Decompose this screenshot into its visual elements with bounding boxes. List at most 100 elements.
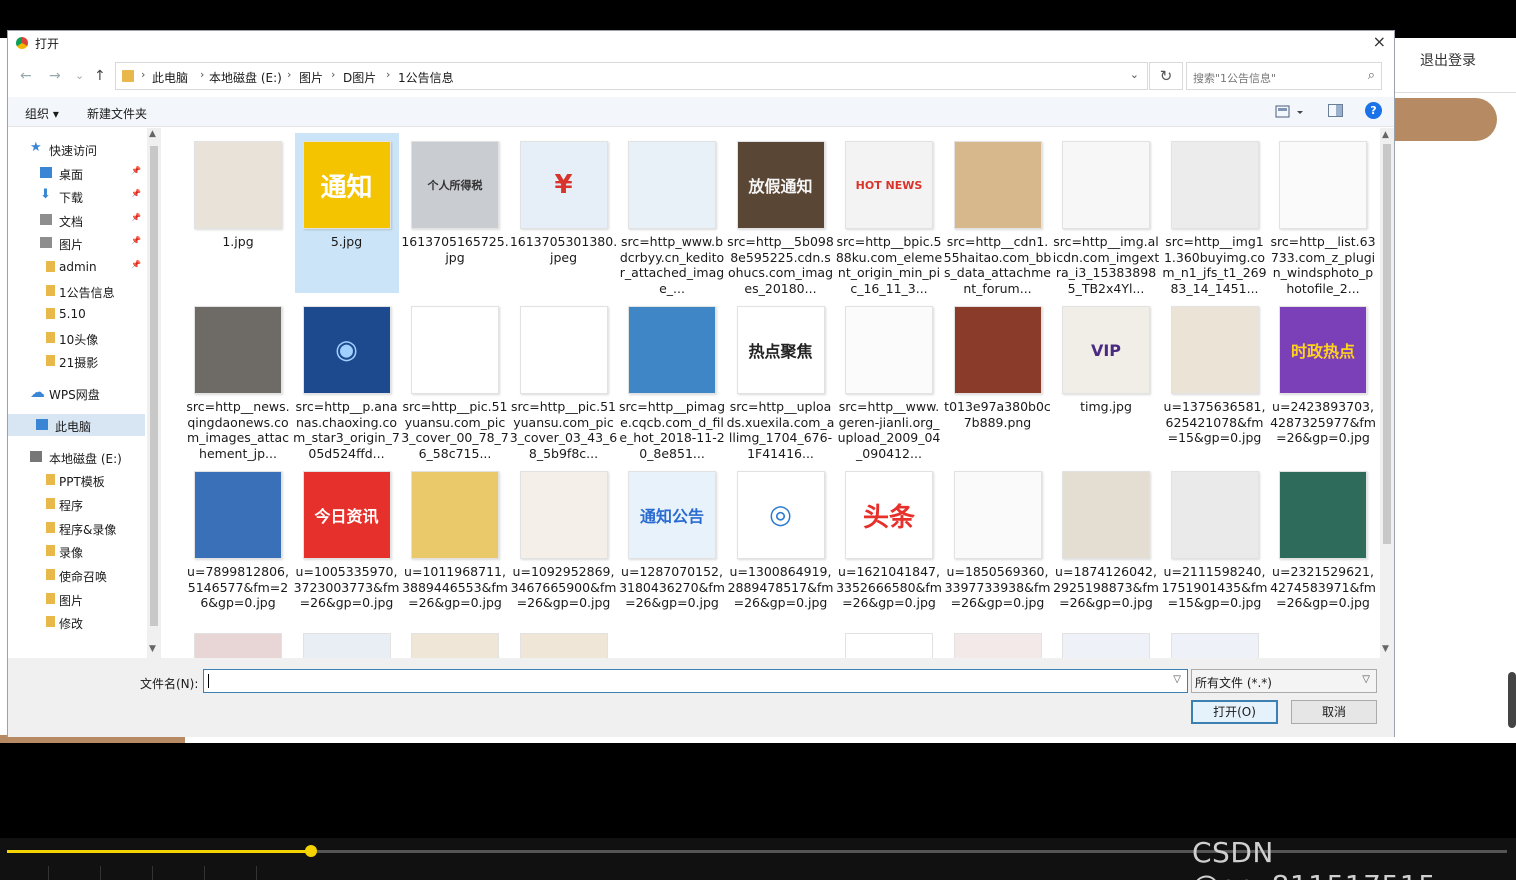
file-item[interactable]: ◉ src=http__p.ananas.chaoxing.com_star3_o… xyxy=(293,298,400,461)
filename-input[interactable]: ▽ xyxy=(203,669,1188,693)
forward-button[interactable]: → xyxy=(49,66,61,86)
file-item[interactable]: u=1850569360,3397733938&fm=26&gp=0.jpg xyxy=(945,463,1050,623)
file-item[interactable]: src=http__cdn1.55haitao.com_bbs_data_att… xyxy=(944,133,1051,296)
side-handle[interactable] xyxy=(1508,672,1516,728)
up-button[interactable]: ↑ xyxy=(94,66,106,86)
scroll-down-icon[interactable]: ▼ xyxy=(1382,644,1389,654)
view-options-button[interactable] xyxy=(1275,103,1305,121)
file-item[interactable]: 个人所得税 1613705165725.jpg xyxy=(401,133,509,293)
file-item[interactable]: VIP timg.jpg xyxy=(1054,298,1158,458)
file-item[interactable]: u=1874126042,2925198873&fm=26&gp=0.jpg xyxy=(1053,463,1159,623)
file-thumbnail-partial[interactable] xyxy=(411,633,499,658)
sidebar-item[interactable]: 文档 📌 xyxy=(8,209,145,231)
sidebar-item[interactable]: 本地磁盘 (E:) xyxy=(8,446,145,468)
sidebar-item[interactable]: 21摄影 xyxy=(8,350,145,372)
file-item[interactable]: u=7899812806,5146577&fm=26&gp=0.jpg xyxy=(186,463,290,623)
breadcrumb-item[interactable]: D图片 xyxy=(343,69,376,86)
file-item[interactable]: ¥1613705301380.jpeg xyxy=(510,133,617,293)
file-item[interactable]: src=http_www.bdcrbyy.cn_keditor_attached… xyxy=(620,133,724,296)
file-item[interactable]: ◎ u=1300864919,2889478517&fm=26&gp=0.jpg xyxy=(728,463,833,623)
sidebar-item[interactable]: 录像 xyxy=(8,540,145,562)
sidebar-item[interactable]: 5.10 xyxy=(8,303,145,325)
file-item[interactable]: u=1375636581,625421078&fm=15&gp=0.jpg xyxy=(1163,298,1267,458)
file-thumbnail-partial[interactable] xyxy=(194,633,282,658)
file-item[interactable]: u=2321529621,4274583971&fm=26&gp=0.jpg xyxy=(1270,463,1376,623)
sidebar-item[interactable]: 使命召唤 xyxy=(8,564,145,586)
sidebar-item[interactable]: 10头像 xyxy=(8,327,145,349)
file-item[interactable]: u=1011968711,3889446553&fm=26&gp=0.jpg xyxy=(402,463,508,623)
sidebar-item[interactable]: 桌面 📌 xyxy=(8,162,145,184)
file-thumbnail-partial[interactable] xyxy=(1170,633,1259,658)
file-item[interactable]: src=http__www.geren-jianli.org_upload_20… xyxy=(837,298,941,461)
preview-pane-icon[interactable] xyxy=(1328,104,1343,117)
pin-icon[interactable]: 📌 xyxy=(131,213,141,222)
file-thumbnail-partial[interactable] xyxy=(302,633,391,658)
scroll-up-icon[interactable]: ▲ xyxy=(1382,130,1389,140)
file-thumbnail-partial[interactable] xyxy=(953,633,1042,658)
sidebar-item[interactable]: 图片 xyxy=(8,588,145,610)
folder-icon xyxy=(46,474,55,485)
sidebar-item[interactable]: 1公告信息 xyxy=(8,280,145,302)
address-bar[interactable]: › 此电脑 › 本地磁盘 (E:) › 图片 › D图片 › 1公告信息 ⌄ xyxy=(115,62,1148,90)
file-item[interactable]: 放假通知 src=http__5b0988e595225.cdn.sohucs.c… xyxy=(727,133,834,296)
help-icon[interactable]: ? xyxy=(1365,102,1382,119)
file-item[interactable]: 热点聚焦 src=http__uploads.xuexila.com_allimg… xyxy=(727,298,834,461)
file-item[interactable]: src=http__list.63733.com_z_plugin_windsp… xyxy=(1270,133,1376,296)
pin-icon[interactable]: 📌 xyxy=(131,260,141,269)
cancel-button[interactable]: 取消 xyxy=(1291,700,1377,724)
scrollbar-thumb[interactable] xyxy=(1383,144,1391,544)
file-item[interactable]: t013e97a380b0c7b889.png xyxy=(944,298,1051,458)
recent-locations-button[interactable]: ⌄ xyxy=(75,66,84,86)
file-item[interactable]: u=2111598240,1751901435&fm=15&gp=0.jpg xyxy=(1162,463,1267,623)
sidebar-item[interactable]: 此电脑 xyxy=(8,414,145,436)
breadcrumb-item[interactable]: 图片 xyxy=(299,69,323,86)
file-thumbnail-partial[interactable] xyxy=(519,633,608,658)
file-item[interactable]: 时政热点 u=2423893703,4287325977&fm=26&gp=0.j… xyxy=(1270,298,1376,458)
sidebar-item[interactable]: ★ 快速访问 xyxy=(8,138,145,160)
file-item[interactable]: 通知公告 u=1287070152,3180436270&fm=26&gp=0.j… xyxy=(619,463,725,623)
pin-icon[interactable]: 📌 xyxy=(131,236,141,245)
new-folder-button[interactable]: 新建文件夹 xyxy=(87,105,147,122)
refresh-button[interactable]: ↻ xyxy=(1149,62,1183,90)
video-progress-knob[interactable] xyxy=(305,845,317,857)
breadcrumb-item[interactable]: 此电脑 xyxy=(152,69,188,86)
close-icon[interactable]: × xyxy=(1373,31,1386,53)
back-button[interactable]: ← xyxy=(20,66,32,86)
pin-icon[interactable]: 📌 xyxy=(131,166,141,175)
file-item[interactable]: src=http__img11.360buyimg.com_n1_jfs_t1_… xyxy=(1162,133,1267,296)
file-item[interactable]: src=http__pic.51yuansu.com_pic3_cover_03… xyxy=(510,298,617,461)
pin-icon[interactable]: 📌 xyxy=(131,189,141,198)
file-item[interactable]: 今日资讯 u=1005335970,3723003773&fm=26&gp=0.j… xyxy=(294,463,399,623)
sidebar-item[interactable]: 修改 xyxy=(8,611,145,633)
file-item[interactable]: src=http__img.alicdn.com_imgextra_i3_153… xyxy=(1053,133,1159,296)
chevron-down-icon[interactable]: ⌄ xyxy=(1130,68,1139,81)
file-item[interactable]: src=http__pic.51yuansu.com_pic3_cover_00… xyxy=(401,298,509,461)
file-thumbnail-partial[interactable] xyxy=(1062,633,1150,658)
sidebar-item[interactable]: admin 📌 xyxy=(8,256,145,278)
file-thumbnail-partial[interactable] xyxy=(845,633,933,658)
scrollbar-thumb[interactable] xyxy=(150,146,158,626)
sidebar-item[interactable]: 图片 📌 xyxy=(8,232,145,254)
logout-link[interactable]: 退出登录 xyxy=(1420,50,1476,70)
file-item[interactable]: src=http__news.qingdaonews.com_images_at… xyxy=(186,298,290,461)
breadcrumb-item[interactable]: 本地磁盘 (E:) xyxy=(209,69,282,86)
file-item[interactable]: 头条 u=1621041847,3352666580&fm=26&gp=0.jpg xyxy=(836,463,942,623)
sidebar-item[interactable]: 程序 xyxy=(8,493,145,515)
open-button[interactable]: 打开(O) xyxy=(1191,700,1278,724)
sidebar-item[interactable]: 程序&录像 xyxy=(8,517,145,539)
sidebar-item[interactable]: PPT模板 xyxy=(8,469,145,491)
file-item[interactable]: u=1092952869,3467665900&fm=26&gp=0.jpg xyxy=(511,463,616,623)
chevron-down-icon[interactable]: ▽ xyxy=(1173,674,1181,685)
search-input[interactable]: 搜索"1公告信息" ⌕ xyxy=(1186,62,1382,90)
sidebar-item[interactable]: ☁ WPS网盘 xyxy=(8,382,145,404)
file-item[interactable]: src=http__pimage.cqcb.com_d_file_hot_201… xyxy=(619,298,725,461)
file-item[interactable]: 通知 5.jpg xyxy=(294,133,399,293)
scroll-down-icon[interactable]: ▼ xyxy=(149,644,156,654)
file-item[interactable]: 1.jpg xyxy=(186,133,290,293)
file-type-select[interactable]: 所有文件 (*.*) ▽ xyxy=(1191,669,1377,693)
breadcrumb-item[interactable]: 1公告信息 xyxy=(398,69,454,86)
organize-button[interactable]: 组织 ▾ xyxy=(25,105,59,122)
file-item[interactable]: HOT NEWS src=http__bpic.588ku.com_element… xyxy=(836,133,942,296)
sidebar-item[interactable]: ⬇ 下载 📌 xyxy=(8,185,145,207)
scroll-up-icon[interactable]: ▲ xyxy=(149,129,156,139)
